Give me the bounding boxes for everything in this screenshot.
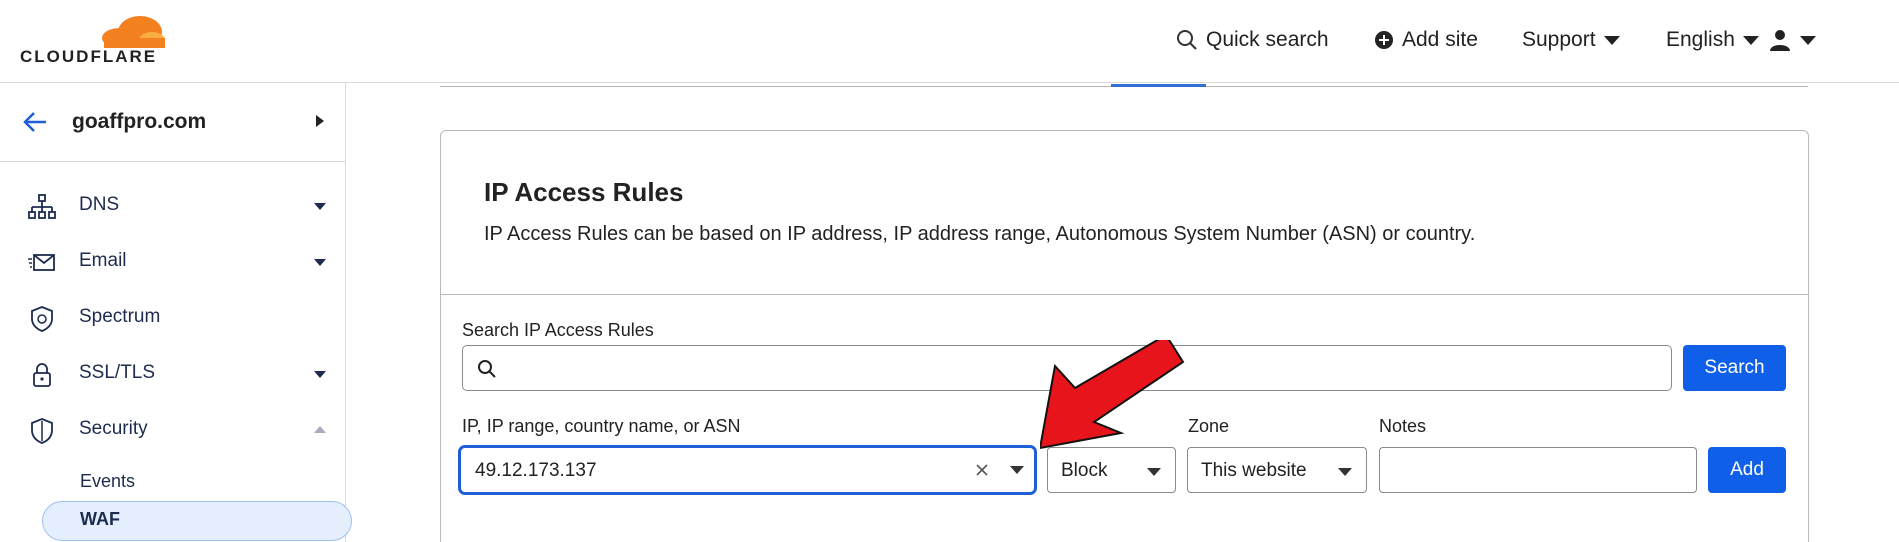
zone-select-value: This website: [1201, 460, 1307, 481]
add-button[interactable]: Add: [1708, 447, 1786, 493]
cloudflare-logo[interactable]: CLOUDFLARE: [20, 12, 166, 67]
ip-access-rules-card: IP Access Rules IP Access Rules can be b…: [440, 130, 1809, 542]
chevron-down-icon: [1147, 468, 1161, 476]
zone-select[interactable]: This website: [1187, 447, 1367, 493]
sidebar-item-ssl-tls[interactable]: SSL/TLS: [0, 347, 345, 403]
account-menu[interactable]: [1768, 28, 1816, 52]
email-icon: [28, 254, 55, 271]
notes-label: Notes: [1379, 416, 1427, 436]
site-selector[interactable]: goaffpro.com: [0, 83, 345, 162]
site-name: goaffpro.com: [72, 110, 207, 133]
search-button[interactable]: Search: [1683, 345, 1786, 391]
search-icon: [478, 360, 496, 378]
sidebar-item-label: DNS: [79, 194, 120, 215]
card-title: IP Access Rules: [484, 177, 684, 207]
support-label: Support: [1522, 28, 1596, 51]
sidebar-item-label: Security: [79, 418, 148, 439]
language-menu[interactable]: English: [1666, 28, 1759, 52]
language-label: English: [1666, 28, 1735, 51]
chevron-right-icon: [316, 115, 324, 127]
lock-icon: [33, 363, 51, 387]
logo-text: CLOUDFLARE: [20, 47, 158, 66]
chevron-down-icon[interactable]: [1010, 466, 1024, 474]
sidebar-subitem-events[interactable]: Events: [80, 471, 135, 492]
action-select-value: Block: [1061, 460, 1108, 481]
divider: [441, 294, 1808, 295]
clear-icon[interactable]: [975, 463, 989, 477]
chevron-down-icon: [314, 203, 326, 210]
search-icon: [1177, 30, 1197, 50]
chevron-up-icon: [314, 426, 326, 433]
notes-input[interactable]: [1379, 447, 1697, 493]
sidebar-subitem-waf[interactable]: WAF: [80, 509, 120, 530]
search-label: Search IP Access Rules: [462, 320, 654, 340]
sidebar-item-spectrum[interactable]: Spectrum: [0, 291, 345, 347]
chevron-down-icon: [1742, 35, 1759, 45]
sidebar-item-security[interactable]: Security: [0, 403, 345, 459]
quick-search-button[interactable]: Quick search: [1176, 28, 1329, 52]
top-bar: CLOUDFLARE Quick search Add site Support…: [0, 0, 1899, 83]
chevron-down-icon: [1338, 468, 1352, 476]
support-menu[interactable]: Support: [1522, 28, 1620, 52]
sidebar-item-dns[interactable]: DNS: [0, 179, 345, 235]
chevron-down-icon: [314, 259, 326, 266]
cloud-logo-icon: [102, 16, 166, 48]
shield-icon: [31, 418, 53, 444]
chevron-down-icon: [1800, 35, 1816, 45]
back-arrow-icon[interactable]: [22, 111, 48, 133]
sidebar-item-label: Email: [79, 250, 127, 271]
annotation-arrow-icon: [1040, 340, 1185, 450]
add-site-label: Add site: [1402, 28, 1478, 51]
plus-circle-icon: [1375, 31, 1393, 49]
user-icon: [1770, 30, 1790, 51]
ip-field-label: IP, IP range, country name, or ASN: [462, 416, 741, 436]
sidebar-item-label: SSL/TLS: [79, 362, 156, 383]
sidebar-item-email[interactable]: Email: [0, 235, 345, 291]
network-icon: [28, 194, 56, 219]
card-description: IP Access Rules can be based on IP addre…: [484, 223, 1476, 245]
sidebar-item-label: Spectrum: [79, 306, 161, 327]
chevron-down-icon: [314, 371, 326, 378]
quick-search-label: Quick search: [1206, 28, 1329, 51]
ip-input-value: 49.12.173.137: [475, 460, 597, 481]
sidebar: goaffpro.com DNS Email Spectrum SSL/TLS …: [0, 83, 352, 542]
spectrum-icon: [31, 306, 53, 332]
chevron-down-icon: [1603, 35, 1620, 45]
ip-input[interactable]: 49.12.173.137: [458, 445, 1037, 495]
action-select[interactable]: Block: [1047, 447, 1176, 493]
add-site-button[interactable]: Add site: [1374, 28, 1478, 52]
active-tab-indicator: [1111, 84, 1206, 87]
